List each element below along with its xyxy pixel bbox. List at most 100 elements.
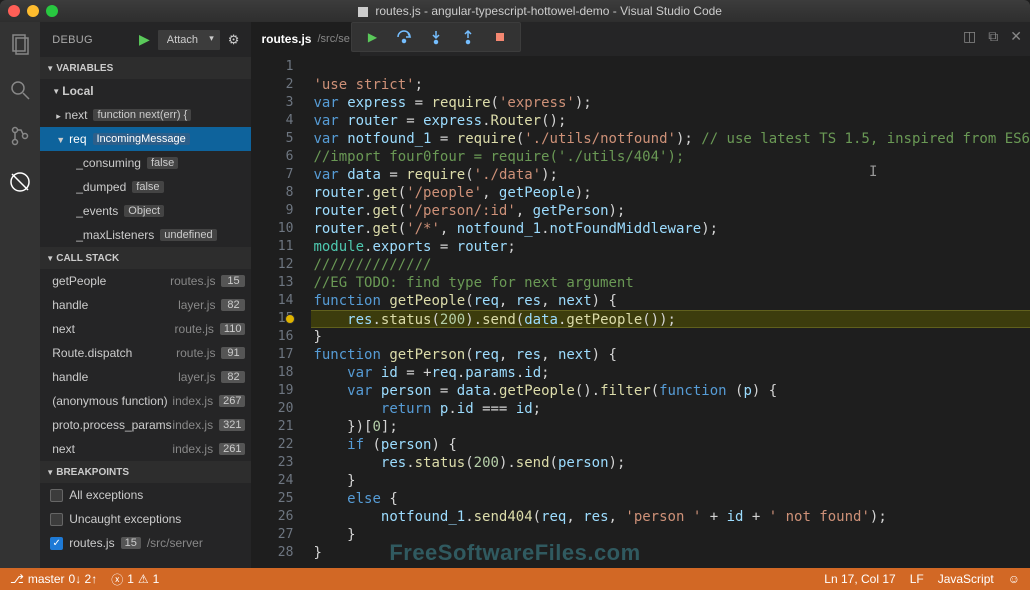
debug-toolbar[interactable]: ▶	[351, 22, 521, 52]
line-number[interactable]: 20	[251, 400, 293, 418]
line-number[interactable]: 11	[251, 238, 293, 256]
zoom-window[interactable]	[46, 5, 58, 17]
code-line[interactable]: var router = express.Router();	[311, 112, 1030, 130]
callstack-frame[interactable]: nextindex.js261	[40, 437, 251, 461]
code-line[interactable]: })[0];	[311, 418, 1030, 436]
code-line[interactable]	[311, 58, 1030, 76]
line-number[interactable]: 2	[251, 76, 293, 94]
code-line[interactable]: //import four0four = require('./utils/40…	[311, 148, 1030, 166]
variable-row[interactable]: _dumpedfalse	[40, 175, 251, 199]
split-editor-icon[interactable]: ◫	[963, 28, 976, 45]
breakpoints-header[interactable]: ▼ BREAKPOINTS	[40, 461, 251, 483]
breakpoint-glyph[interactable]	[285, 314, 295, 324]
variable-row[interactable]: _eventsObject	[40, 199, 251, 223]
line-number[interactable]: 9	[251, 202, 293, 220]
line-number[interactable]: 17	[251, 346, 293, 364]
line-number[interactable]: 24	[251, 472, 293, 490]
stop-button[interactable]	[486, 24, 514, 50]
line-number[interactable]: 21	[251, 418, 293, 436]
debug-icon[interactable]	[6, 168, 34, 196]
line-number[interactable]: 8	[251, 184, 293, 202]
debug-config-select[interactable]: Attach	[158, 30, 220, 50]
code-line[interactable]: router.get('/people', getPeople);	[311, 184, 1030, 202]
code-lines[interactable]: 'use strict';var express = require('expr…	[311, 56, 1030, 568]
language-mode[interactable]: JavaScript	[938, 572, 994, 586]
git-branch[interactable]: ⎇ master 0↓ 2↑	[10, 572, 97, 586]
code-line[interactable]: function getPeople(req, res, next) {	[311, 292, 1030, 310]
line-number[interactable]: 4	[251, 112, 293, 130]
code-line[interactable]: var data = require('./data');	[311, 166, 1030, 184]
line-number[interactable]: 18	[251, 364, 293, 382]
gear-icon[interactable]: ⚙	[228, 32, 240, 48]
line-number[interactable]: 3	[251, 94, 293, 112]
breakpoint-row[interactable]: All exceptions	[40, 483, 251, 507]
code-line[interactable]: router.get('/*', notfound_1.notFoundMidd…	[311, 220, 1030, 238]
step-into-button[interactable]	[422, 24, 450, 50]
line-number[interactable]: 25	[251, 490, 293, 508]
line-number[interactable]: 28	[251, 544, 293, 562]
code-line[interactable]: res.status(200).send(data.getPeople());	[311, 310, 1030, 328]
checkbox[interactable]: ✓	[50, 537, 63, 550]
variable-row[interactable]: _consumingfalse	[40, 151, 251, 175]
code-line[interactable]: //////////////	[311, 256, 1030, 274]
eol[interactable]: LF	[910, 572, 924, 586]
code-line[interactable]: var notfound_1 = require('./utils/notfou…	[311, 130, 1030, 148]
code-line[interactable]: if (person) {	[311, 436, 1030, 454]
line-number[interactable]: 23	[251, 454, 293, 472]
code-line[interactable]: res.status(200).send(person);	[311, 454, 1030, 472]
code-line[interactable]: }	[311, 526, 1030, 544]
line-number[interactable]: 13	[251, 274, 293, 292]
line-number[interactable]: 27	[251, 526, 293, 544]
callstack-frame[interactable]: handlelayer.js82	[40, 365, 251, 389]
continue-button[interactable]: ▶	[358, 24, 386, 50]
code-line[interactable]: var person = data.getPeople().filter(fun…	[311, 382, 1030, 400]
code-line[interactable]: function getPerson(req, res, next) {	[311, 346, 1030, 364]
callstack-frame[interactable]: getPeopleroutes.js15	[40, 269, 251, 293]
line-number[interactable]: 5	[251, 130, 293, 148]
minimize-window[interactable]	[27, 5, 39, 17]
line-number[interactable]: 16	[251, 328, 293, 346]
checkbox[interactable]	[50, 489, 63, 502]
problems[interactable]: ⓧ1 ⚠1	[111, 571, 159, 588]
line-number[interactable]: 1	[251, 58, 293, 76]
variables-header[interactable]: ▼ VARIABLES	[40, 57, 251, 79]
local-scope[interactable]: ▼ Local	[40, 79, 251, 103]
cursor-position[interactable]: Ln 17, Col 17	[824, 572, 895, 586]
code-line[interactable]: router.get('/person/:id', getPerson);	[311, 202, 1030, 220]
breakpoint-row[interactable]: ✓routes.js15/src/server	[40, 531, 251, 555]
breakpoint-row[interactable]: Uncaught exceptions	[40, 507, 251, 531]
line-number[interactable]: 14	[251, 292, 293, 310]
variable-row[interactable]: ▸nextfunction next(err) {	[40, 103, 251, 127]
callstack-header[interactable]: ▼ CALL STACK	[40, 247, 251, 269]
git-icon[interactable]	[6, 122, 34, 150]
close-window[interactable]	[8, 5, 20, 17]
toggle-preview-icon[interactable]: ⧉	[988, 28, 998, 45]
code-line[interactable]: return p.id === id;	[311, 400, 1030, 418]
code-line[interactable]: }	[311, 544, 1030, 562]
line-number[interactable]: 12	[251, 256, 293, 274]
callstack-frame[interactable]: handlelayer.js82	[40, 293, 251, 317]
line-number[interactable]: 22	[251, 436, 293, 454]
line-number[interactable]: 19	[251, 382, 293, 400]
code-line[interactable]: var express = require('express');	[311, 94, 1030, 112]
callstack-frame[interactable]: (anonymous function)index.js267	[40, 389, 251, 413]
tab-routes-js[interactable]: routes.js /src/se	[251, 22, 360, 56]
variable-row[interactable]: ▼reqIncomingMessage	[40, 127, 251, 151]
line-number[interactable]: 6	[251, 148, 293, 166]
code-line[interactable]: 'use strict';	[311, 76, 1030, 94]
code-line[interactable]: }	[311, 472, 1030, 490]
callstack-frame[interactable]: nextroute.js110	[40, 317, 251, 341]
gutter[interactable]: 1234567891011121314151617181920212223242…	[251, 56, 311, 568]
code-editor[interactable]: 1234567891011121314151617181920212223242…	[251, 56, 1030, 568]
search-icon[interactable]	[6, 76, 34, 104]
line-number[interactable]: 7	[251, 166, 293, 184]
explorer-icon[interactable]	[6, 30, 34, 58]
variable-row[interactable]: _maxListenersundefined	[40, 223, 251, 247]
debug-config[interactable]: Attach	[158, 30, 220, 50]
close-editor-icon[interactable]: ✕	[1010, 28, 1022, 45]
callstack-frame[interactable]: Route.dispatchroute.js91	[40, 341, 251, 365]
line-number[interactable]: 26	[251, 508, 293, 526]
step-over-button[interactable]	[390, 24, 418, 50]
code-line[interactable]: notfound_1.send404(req, res, 'person ' +…	[311, 508, 1030, 526]
start-debug-button[interactable]: ▶	[139, 31, 150, 48]
